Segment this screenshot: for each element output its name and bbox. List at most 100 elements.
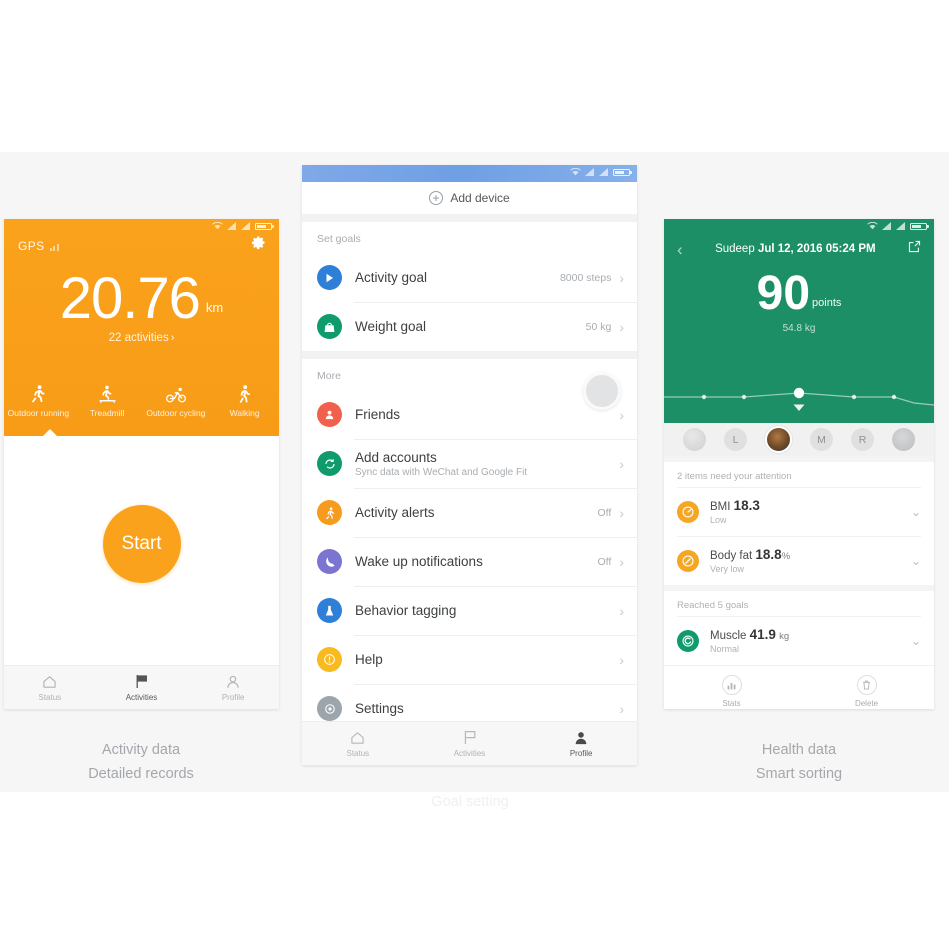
left-caption: Activity data Detailed records (0, 738, 286, 786)
gps-label: GPS (18, 239, 45, 253)
row-help[interactable]: Help › (302, 635, 637, 684)
health-row-bmi[interactable]: BMI 18.3 Low ⌄ (664, 487, 934, 536)
row-text: Body fat 18.8% Very low (710, 547, 911, 574)
tab-label: Profile (569, 749, 593, 758)
start-area: Start (4, 436, 279, 651)
wifi-icon (570, 168, 581, 176)
chevron-down-icon[interactable]: ⌄ (911, 554, 921, 568)
activity-mode-treadmill[interactable]: Treadmill (73, 381, 142, 418)
chevron-right-icon: › (619, 651, 624, 668)
avatar[interactable] (892, 428, 915, 451)
metric-status: Normal (710, 644, 740, 654)
tab-label: Activities (125, 693, 158, 702)
metric-value: 41.9 (749, 627, 776, 642)
attention-heading: 2 items need your attention (677, 471, 792, 482)
section-heading: Set goals (317, 233, 361, 245)
attention-card: 2 items need your attention BMI 18.3 Low… (664, 462, 934, 585)
health-row-muscle[interactable]: Muscle 41.9 kg Normal ⌄ (664, 616, 934, 665)
tab-activities[interactable]: Activities (414, 729, 526, 758)
record-avatar-strip: L M R (664, 423, 934, 456)
home-icon (302, 729, 414, 746)
header-title: Sudeep Jul 12, 2016 05:24 PM (683, 243, 908, 255)
floating-scroll-button[interactable] (583, 372, 621, 410)
activity-alert-icon (317, 500, 342, 525)
caption-line-1: Goal setting (431, 794, 509, 810)
user-name: Sudeep (715, 243, 755, 255)
cycling-icon (142, 381, 211, 403)
signal-icon (599, 168, 608, 176)
battery-icon (613, 168, 632, 176)
right-caption: Health data Smart sorting (654, 738, 944, 786)
center-status-icons (302, 165, 637, 179)
record-timestamp: Jul 12, 2016 05:24 PM (757, 243, 876, 255)
tab-status[interactable]: Status (4, 673, 96, 702)
activity-mode-outdoor-running[interactable]: Outdoor running (4, 381, 73, 418)
tab-profile[interactable]: Profile (525, 729, 637, 758)
avatar[interactable]: M (810, 428, 833, 451)
avatar[interactable]: L (724, 428, 747, 451)
center-statusbar (302, 165, 637, 182)
metric-line: BMI 18.3 (710, 498, 911, 513)
activity-mode-label: Walking (229, 408, 260, 418)
score-value: 90 (756, 267, 811, 320)
metric-name: Body fat (710, 550, 753, 562)
distance-unit: km (205, 300, 224, 316)
activities-link[interactable]: 22 activities › (4, 332, 279, 344)
avatar[interactable] (683, 428, 706, 451)
tab-label: Status (38, 693, 62, 702)
row-text: Behavior tagging (355, 603, 619, 618)
metric-name: Muscle (710, 630, 747, 642)
row-text: Wake up notifications (355, 554, 598, 569)
row-activity-goal[interactable]: Activity goal 8000 steps › (302, 253, 637, 302)
row-title: Add accounts (355, 449, 437, 465)
row-title: Friends (355, 407, 401, 422)
chevron-right-icon: › (619, 602, 624, 619)
center-caption: Goal setting (325, 790, 615, 814)
bmi-icon (677, 500, 699, 523)
sync-accounts-icon (317, 451, 342, 476)
health-screen: ‹ Sudeep Jul 12, 2016 05:24 PM 90 points (664, 219, 934, 709)
avatar[interactable]: R (851, 428, 874, 451)
trend-sparkline (664, 387, 934, 411)
delete-button[interactable]: Delete (799, 675, 934, 708)
gear-icon[interactable] (251, 235, 266, 255)
help-icon (317, 647, 342, 672)
share-icon[interactable] (908, 240, 921, 258)
tab-status[interactable]: Status (302, 729, 414, 758)
activity-mode-label: Outdoor running (7, 408, 70, 418)
signal-icon (227, 222, 236, 230)
goals-card: Reached 5 goals Muscle 41.9 kg Normal ⌄ (664, 591, 934, 709)
tab-activities[interactable]: Activities (96, 673, 188, 702)
add-device-button[interactable]: Add device (302, 182, 637, 214)
caption-line-2: Smart sorting (755, 766, 843, 782)
left-phone-panel: GPS 20.76 km 22 activities › Outdoor run… (4, 219, 279, 709)
score-unit: points (812, 297, 842, 310)
stats-button[interactable]: Stats (664, 675, 799, 708)
bar-chart-icon (721, 675, 742, 695)
row-weight-goal[interactable]: Weight goal 50 kg › (302, 302, 637, 351)
tab-profile[interactable]: Profile (187, 673, 279, 702)
row-add-accounts[interactable]: Add accounts Sync data with WeChat and G… (302, 439, 637, 488)
start-button[interactable]: Start (102, 504, 181, 583)
chevron-down-icon[interactable]: ⌄ (911, 634, 921, 648)
row-behavior-tagging[interactable]: Behavior tagging › (302, 586, 637, 635)
chevron-down-icon[interactable]: ⌄ (911, 505, 921, 519)
tab-label: Activities (453, 749, 486, 758)
health-row-body-fat[interactable]: Body fat 18.8% Very low ⌄ (664, 536, 934, 585)
activity-mode-outdoor-cycling[interactable]: Outdoor cycling (142, 381, 211, 418)
row-title: Help (355, 652, 383, 667)
avatar-label: R (858, 433, 867, 446)
row-title: Activity alerts (355, 505, 435, 520)
activity-mode-walking[interactable]: Walking (210, 381, 279, 418)
row-text: Activity alerts (355, 505, 598, 520)
distance-value: 20.76 (59, 266, 201, 331)
friends-icon (317, 402, 342, 427)
health-hero: ‹ Sudeep Jul 12, 2016 05:24 PM 90 points (664, 219, 934, 423)
score-display: 90 points (664, 267, 934, 320)
row-wake-up-notifications[interactable]: Wake up notifications Off › (302, 537, 637, 586)
row-activity-alerts[interactable]: Activity alerts Off › (302, 488, 637, 537)
center-phone-panel: Add device Set goals Activity goal 8000 … (302, 165, 637, 765)
avatar-selected[interactable] (765, 426, 792, 453)
gps-signal-icon (49, 242, 59, 251)
metric-unit: % (781, 551, 791, 562)
